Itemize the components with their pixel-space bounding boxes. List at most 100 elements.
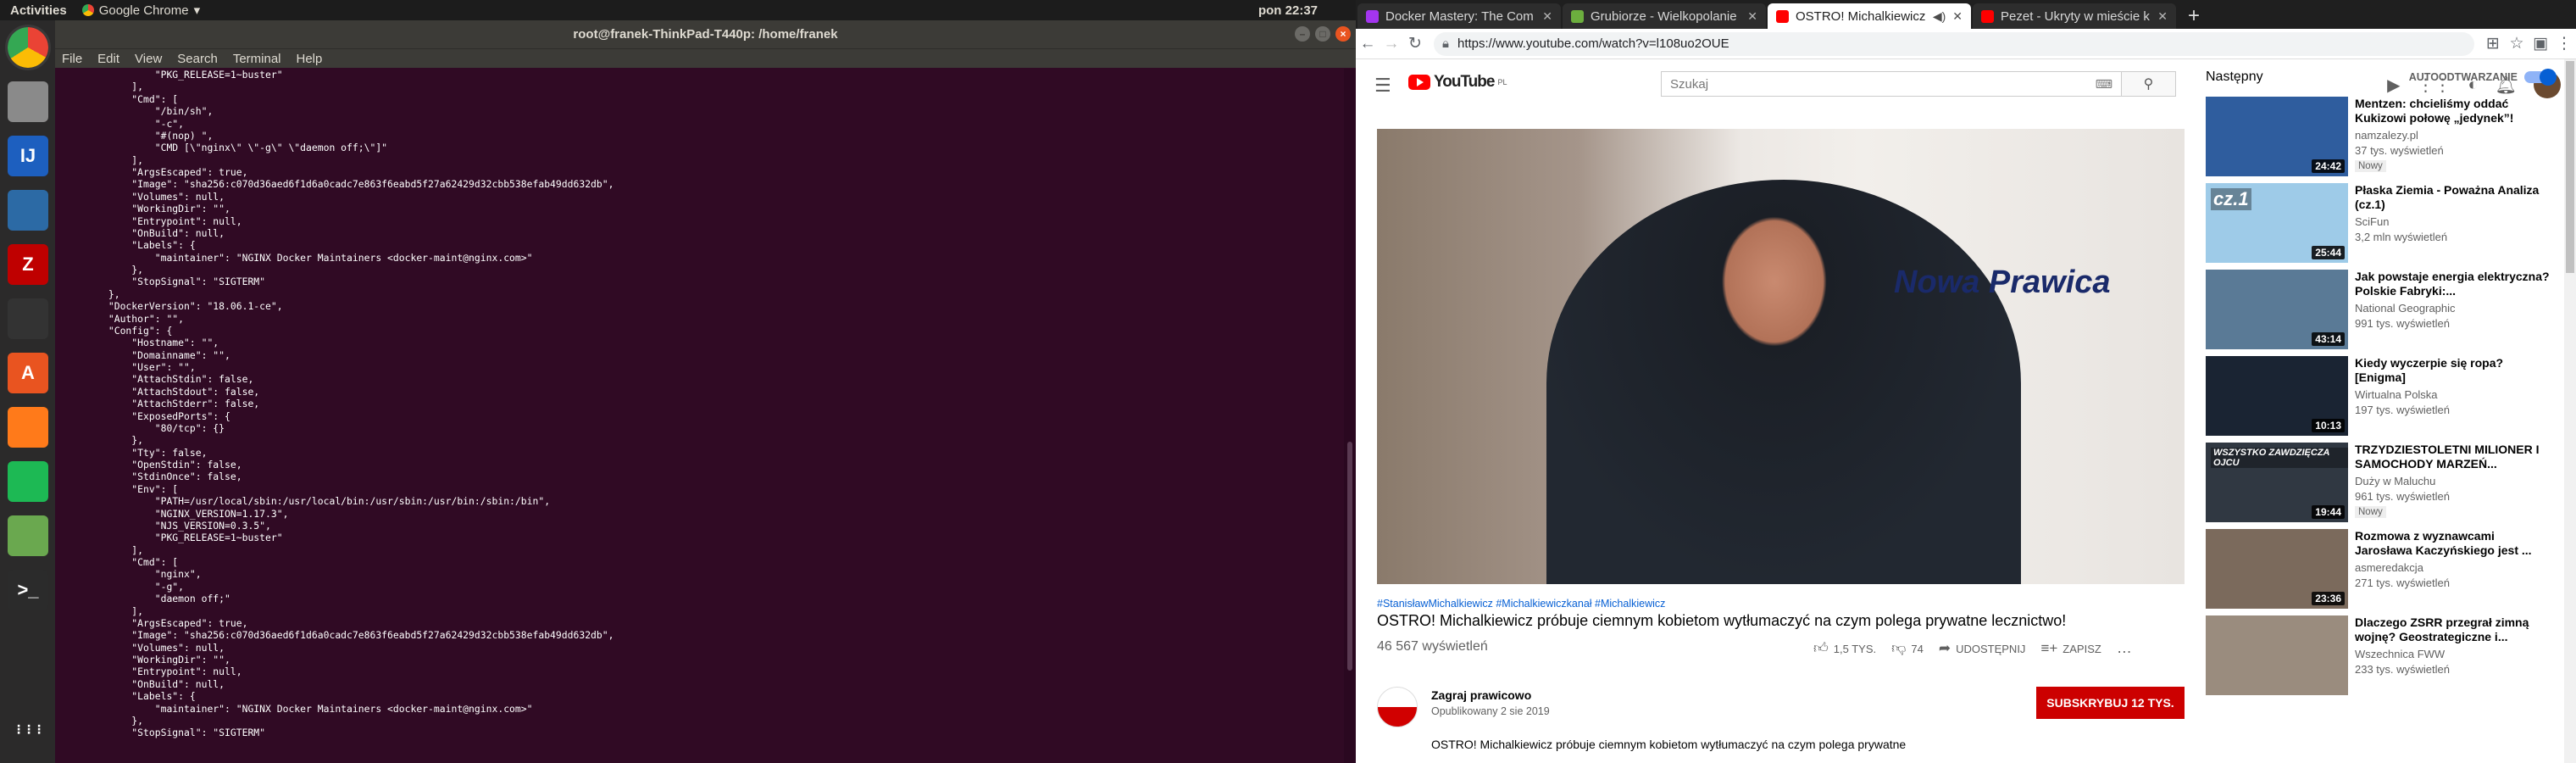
bookmark-star-icon[interactable]: ☆ [2505,34,2529,53]
close-icon[interactable]: × [1335,26,1351,42]
view-count: 991 tys. wyświetleń [2355,317,2450,330]
video-thumbnail[interactable]: 23:36 [2206,529,2348,609]
menu-terminal[interactable]: Terminal [233,52,281,66]
tab-strip: Docker Mastery: The Com ✕ Grubiorze - Wi… [1356,0,2576,29]
menu-search[interactable]: Search [177,52,218,66]
close-icon[interactable]: ✕ [1952,9,1963,24]
video-thumbnail[interactable]: 10:13 [2206,356,2348,436]
tab-youtube-active[interactable]: OSTRO! Michalkiewicz ◀) ✕ [1768,3,1971,29]
extension-icon[interactable]: ▣ [2529,34,2552,53]
filezilla-icon[interactable]: Z [8,244,48,285]
address-bar[interactable]: 🔒︎ https://www.youtube.com/watch?v=l108u… [1434,31,2474,56]
system-monitor-icon[interactable] [8,298,48,339]
video-thumbnail[interactable]: 43:14 [2206,270,2348,349]
save-button[interactable]: ≡+ ZAPISZ [2040,640,2101,657]
recommended-video[interactable]: 24:42 Mentzen: chcieliśmy oddać Kukizowi … [2206,97,2562,178]
video-title[interactable]: Kiedy wyczerpie się ropa? [Enigma] [2355,356,2550,385]
video-thumbnail[interactable] [2206,615,2348,695]
more-actions-button[interactable]: … [2117,639,2132,657]
page-scrollbar[interactable] [2564,59,2576,763]
firefox-icon[interactable] [8,407,48,448]
keyboard-icon[interactable]: ⌨ [2096,77,2112,92]
search-input[interactable]: Szukaj ⌨ [1661,71,2122,97]
reload-icon[interactable]: ↻ [1403,34,1427,53]
share-button[interactable]: ➦ UDOSTĘPNIJ [1939,640,2026,657]
terminal-scrollbar[interactable] [1344,69,1356,763]
like-button[interactable]: 👍︎ 1,5 TYS. [1813,639,1876,657]
minimize-icon[interactable]: – [1295,26,1310,42]
youtube-logo[interactable]: YouTube PL [1408,73,1507,92]
speaker-icon[interactable]: ◀) [1933,9,1946,24]
maximize-icon[interactable]: □ [1315,26,1330,42]
tab-pezet[interactable]: Pezet - Ukryty w mieście k ✕ [1973,3,2176,29]
terminal-line: "Domainname": "", [62,348,230,361]
video-title[interactable]: Jak powstaje energia elektryczna? Polski… [2355,270,2550,298]
tab-docker-mastery[interactable]: Docker Mastery: The Com ✕ [1357,3,1561,29]
hamburger-menu-icon[interactable]: ☰ [1374,75,1391,97]
video-title[interactable]: Rozmowa z wyznawcami Jarosława Kaczyński… [2355,529,2550,558]
clock[interactable]: pon 22:37 [1258,3,1318,18]
close-icon[interactable]: ✕ [1542,9,1552,24]
new-tab-button[interactable]: + [2188,3,2200,29]
browser-toolbar: ← → ↻ 🔒︎ https://www.youtube.com/watch?v… [1356,29,2576,59]
close-icon[interactable]: ✕ [1747,9,1757,24]
video-player[interactable]: Nowa Prawica [1377,129,2185,584]
recommended-video[interactable]: WSZYSTKO ZAWDZIĘCZA OJCU 19:44 TRZYDZIESTO… [2206,443,2562,524]
video-thumbnail[interactable]: 24:42 [2206,97,2348,176]
recommended-video[interactable]: 23:36 Rozmowa z wyznawcami Jarosława Kacz… [2206,529,2562,610]
terminal-line: "ArgsEscaped": true, [62,166,248,178]
chrome-menu-icon[interactable]: ⋮ [2552,34,2576,53]
close-icon[interactable]: ✕ [2157,9,2168,24]
menu-file[interactable]: File [62,52,82,66]
activities-button[interactable]: Activities [10,3,67,18]
terminal-line: "Image": "sha256:c070d36aed6f1d6a0cadc7e… [62,178,614,191]
video-title[interactable]: Dlaczego ZSRR przegrał zimną wojnę? Geos… [2355,615,2550,644]
terminal-icon[interactable]: >_ [8,570,48,610]
video-title[interactable]: TRZYDZIESTOLETNI MILIONER I SAMOCHODY MA… [2355,443,2550,471]
terminal-line: "NGINX_VERSION=1.17.3", [62,507,289,520]
video-thumbnail[interactable]: WSZYSTKO ZAWDZIĘCZA OJCU 19:44 [2206,443,2348,522]
channel-avatar[interactable] [1377,687,1418,727]
files-icon[interactable] [8,81,48,122]
recommended-video[interactable]: 43:14 Jak powstaje energia elektryczna? P… [2206,270,2562,351]
app-grid-icon[interactable]: ⋮⋮⋮ [8,709,48,749]
spotify-icon[interactable] [8,461,48,502]
video-title[interactable]: Płaska Ziemia - Poważna Analiza (cz.1) [2355,183,2550,212]
recommended-video[interactable]: Dlaczego ZSRR przegrał zimną wojnę? Geos… [2206,615,2562,697]
chrome-icon[interactable] [5,25,51,70]
mysql-workbench-icon[interactable] [8,190,48,231]
subscribe-button[interactable]: SUBSKRYBUJ 12 TYS. [2036,687,2185,719]
terminal-titlebar[interactable]: root@franek-ThinkPad-T440p: /home/franek… [55,20,1356,48]
tab-title: Docker Mastery: The Com [1385,8,1534,24]
image-viewer-icon[interactable] [8,515,48,556]
terminal-line: "Tty": false, [62,446,208,459]
terminal-line: "OnBuild": null, [62,226,225,239]
recommended-video[interactable]: cz.1 25:44 Płaska Ziemia - Poważna Analiza… [2206,183,2562,265]
video-hashtags[interactable]: #StanisławMichalkiewicz #Michalkiewiczka… [1377,598,1665,610]
app-menu[interactable]: Google Chrome ▾ [81,3,200,18]
terminal-line: "StopSignal": "SIGTERM" [62,727,266,739]
autoplay-toggle[interactable]: AUTOODTWARZANIE [2409,69,2557,86]
menu-help[interactable]: Help [297,52,323,66]
intellij-icon[interactable]: IJ [8,136,48,176]
software-center-icon[interactable]: A [8,353,48,393]
create-video-icon[interactable]: ▶︎ [2387,75,2400,96]
menu-view[interactable]: View [135,52,162,66]
back-icon[interactable]: ← [1356,35,1380,53]
channel-name[interactable]: Zagraj prawicowo [1431,688,1531,702]
toggle-switch[interactable] [2524,69,2557,86]
video-thumbnail[interactable]: cz.1 25:44 [2206,183,2348,263]
search-button[interactable]: ⚲ [2122,71,2176,97]
terminal-line: "WorkingDir": "", [62,654,230,666]
terminal-line: }, [62,264,144,276]
dislike-button[interactable]: 👎︎ 74 [1891,639,1924,657]
forward-icon[interactable]: → [1380,35,1403,53]
video-title[interactable]: Mentzen: chcieliśmy oddać Kukizowi połow… [2355,97,2550,125]
tab-grubiorze[interactable]: Grubiorze - Wielkopolanie ✕ [1563,3,1766,29]
menu-edit[interactable]: Edit [97,52,119,66]
dock: IJ Z A >_ ⋮⋮⋮ [0,20,55,763]
terminal-output[interactable]: "PKG_RELEASE=1~buster" ], "Cmd": [ "/bin… [62,69,1333,739]
recommended-video[interactable]: 10:13 Kiedy wyczerpie się ropa? [Enigma] W… [2206,356,2562,437]
translate-icon[interactable]: ⊞ [2481,34,2505,53]
terminal-line: ], [62,543,144,556]
